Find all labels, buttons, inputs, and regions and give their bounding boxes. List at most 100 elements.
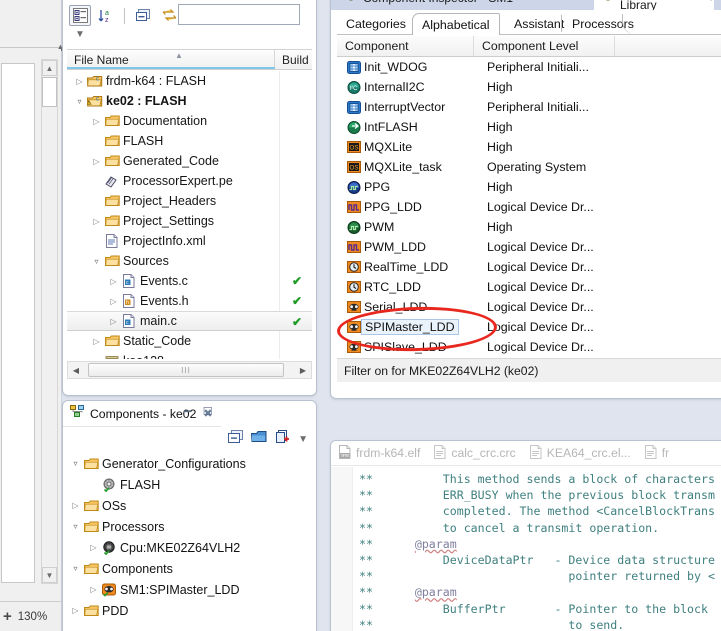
table-row[interactable]: Project_Headers xyxy=(67,191,312,211)
hscroll-track[interactable]: III xyxy=(84,363,295,377)
scroll-left-arrow-icon[interactable]: ◀ xyxy=(68,366,84,375)
table-row[interactable]: Serial_LDD Logical Device Dr... xyxy=(337,297,721,317)
table-row[interactable]: OS MQXLite High xyxy=(337,137,721,157)
table-row[interactable]: RealTime_LDD Logical Device Dr... xyxy=(337,257,721,277)
scroll-right-arrow-icon[interactable]: ▶ xyxy=(295,366,311,375)
tab-components-library[interactable]: Components Library ✖ xyxy=(594,0,721,10)
expand-arrow-icon[interactable]: ▷ xyxy=(73,77,86,86)
table-row[interactable]: Init_WDOG Peripheral Initiali... xyxy=(337,57,721,77)
collapse-arrow-icon[interactable]: ▿ xyxy=(73,97,86,106)
collapse-all-button[interactable] xyxy=(228,429,244,449)
add-component-icon[interactable] xyxy=(275,429,290,449)
table-row[interactable]: ▷ Static_Code xyxy=(67,331,312,351)
table-row[interactable]: PWM_LDD Logical Device Dr... xyxy=(337,237,721,257)
expand-arrow-icon[interactable]: ▷ xyxy=(107,297,120,306)
column-header-component[interactable]: Component xyxy=(337,36,474,56)
table-row[interactable]: ▿ Sources xyxy=(67,251,312,271)
table-row[interactable]: OS MQXLite_task Operating System xyxy=(337,157,721,177)
editor-tab[interactable]: 010 frdm-k64.elf xyxy=(337,444,432,462)
editor-tab[interactable]: fr xyxy=(643,444,681,462)
table-row[interactable]: InterruptVector Peripheral Initiali... xyxy=(337,97,721,117)
table-row[interactable]: RTC_LDD Logical Device Dr... xyxy=(337,277,721,297)
expand-arrow-icon[interactable]: ▷ xyxy=(87,543,100,552)
blue-folder-icon[interactable] xyxy=(251,430,267,448)
project-file-tree[interactable]: ▷ c frdm-k64 : FLASH ▿ c! ke02 : FLASH ▷ Docume… xyxy=(67,71,312,359)
minimize-button[interactable] xyxy=(132,5,154,26)
zoom-in-icon[interactable]: + xyxy=(3,608,12,625)
view-menu-chevron-down-icon[interactable]: ▼ xyxy=(75,29,85,40)
editor-tab[interactable]: KEA64_crc.el... xyxy=(528,444,643,462)
list-item[interactable]: FLASH xyxy=(63,474,316,495)
table-row[interactable]: I²C InternalI2C High xyxy=(337,77,721,97)
maximize-icon[interactable]: ☐ xyxy=(203,405,213,418)
expand-arrow-icon[interactable]: ▷ xyxy=(90,157,103,166)
clock-component-icon xyxy=(337,281,361,293)
collapse-all-button[interactable] xyxy=(69,5,91,26)
table-row[interactable]: ProcessorExpert.pe xyxy=(67,171,312,191)
list-item[interactable]: ▿ Processors xyxy=(63,516,316,537)
tab-alphabetical[interactable]: Alphabetical xyxy=(412,13,500,35)
table-row[interactable]: SPISlave_LDD Logical Device Dr... xyxy=(337,337,721,355)
expand-arrow-icon[interactable]: ▷ xyxy=(87,585,100,594)
component-name-label: Init_WDOG xyxy=(364,60,428,74)
table-row[interactable]: ▷ Generated_Code xyxy=(67,151,312,171)
project-tree-hscrollbar[interactable]: ◀ III ▶ xyxy=(67,361,312,379)
table-row[interactable]: ▷ Project_Settings xyxy=(67,211,312,231)
table-row[interactable]: kea128 xyxy=(67,351,312,359)
table-row[interactable]: FLASH xyxy=(67,131,312,151)
sort-az-button[interactable]: a z xyxy=(95,5,117,26)
expand-arrow-icon[interactable]: ▷ xyxy=(69,606,82,615)
table-row[interactable]: PPG High xyxy=(337,177,721,197)
expand-arrow-icon[interactable]: ▷ xyxy=(107,317,120,326)
table-row[interactable]: ▷ c frdm-k64 : FLASH xyxy=(67,71,312,91)
table-row[interactable]: ▿ c! ke02 : FLASH xyxy=(67,91,312,111)
column-header-build[interactable]: Build xyxy=(275,50,309,69)
table-row[interactable]: IntFLASH High xyxy=(337,117,721,137)
expand-arrow-icon[interactable]: ▷ xyxy=(90,337,103,346)
list-item[interactable]: ▿ Components xyxy=(63,558,316,579)
scroll-down-arrow-icon[interactable]: ▼ xyxy=(42,567,57,583)
table-row[interactable]: PWM High xyxy=(337,217,721,237)
table-row[interactable]: ProjectInfo.xml xyxy=(67,231,312,251)
view-menu-chevron-down-icon[interactable]: ▼ xyxy=(298,434,308,445)
editor-tab[interactable]: calc_crc.crc xyxy=(432,444,527,462)
collapse-arrow-icon[interactable]: ▿ xyxy=(69,522,82,531)
column-header-component-level[interactable]: Component Level xyxy=(474,36,615,56)
collapse-arrow-icon[interactable]: ▿ xyxy=(69,459,82,468)
collapse-arrow-icon[interactable]: ▿ xyxy=(90,257,103,266)
expand-arrow-icon[interactable]: ▷ xyxy=(69,501,82,510)
tab-components-view[interactable]: Components - ke02 ✖ ━ ☐ xyxy=(63,401,221,427)
table-row[interactable]: SPIMaster_LDD Logical Device Dr... xyxy=(337,317,721,337)
hscroll-thumb[interactable]: III xyxy=(88,363,284,377)
table-row[interactable]: ▷ c main.c ✔ xyxy=(67,311,312,331)
scroll-up-arrow-icon[interactable]: ▲ xyxy=(42,60,57,76)
list-item[interactable]: ▷ Cpu:MKE02Z64VLH2 xyxy=(63,537,316,558)
editor-source-code[interactable]: ** This method sends a block of characte… xyxy=(353,467,721,631)
component-name-label: SPISlave_LDD xyxy=(364,340,447,354)
tab-categories[interactable]: Categories xyxy=(337,13,415,35)
column-header-extra[interactable] xyxy=(615,36,721,56)
list-item[interactable]: ▷ SM1:SPIMaster_LDD xyxy=(63,579,316,600)
tab-component-inspector[interactable]: Component Inspector - SM1 xyxy=(337,0,523,10)
minimize-icon[interactable]: ━ xyxy=(184,405,191,418)
gear-ok-icon xyxy=(100,478,118,492)
table-row[interactable]: PPG_LDD Logical Device Dr... xyxy=(337,197,721,217)
table-row[interactable]: ▷ c Events.c ✔ xyxy=(67,271,312,291)
left-vertical-scrollbar[interactable]: ▲ ▼ xyxy=(41,59,58,584)
list-item[interactable]: ▷ PDD xyxy=(63,600,316,621)
list-item[interactable]: ▿ Generator_Configurations xyxy=(63,453,316,474)
table-row[interactable]: ▷ h Events.h ✔ xyxy=(67,291,312,311)
component-list[interactable]: Init_WDOG Peripheral Initiali... I²C Intern… xyxy=(337,57,721,355)
components-tree[interactable]: ▿ Generator_Configurations FLASH ▷ OSs ▿ Proce… xyxy=(63,451,316,631)
serial-component-icon xyxy=(337,321,361,333)
expand-arrow-icon[interactable]: ▷ xyxy=(107,277,120,286)
table-row[interactable]: ▷ Documentation xyxy=(67,111,312,131)
search-input[interactable] xyxy=(178,4,300,25)
list-item[interactable]: ▷ OSs xyxy=(63,495,316,516)
collapse-arrow-icon[interactable]: ▿ xyxy=(69,564,82,573)
link-editor-button[interactable] xyxy=(158,5,180,26)
scrollbar-thumb[interactable] xyxy=(42,77,57,107)
column-header-file-name[interactable]: File Name ▲ xyxy=(67,50,275,69)
expand-arrow-icon[interactable]: ▷ xyxy=(90,117,103,126)
expand-arrow-icon[interactable]: ▷ xyxy=(90,217,103,226)
